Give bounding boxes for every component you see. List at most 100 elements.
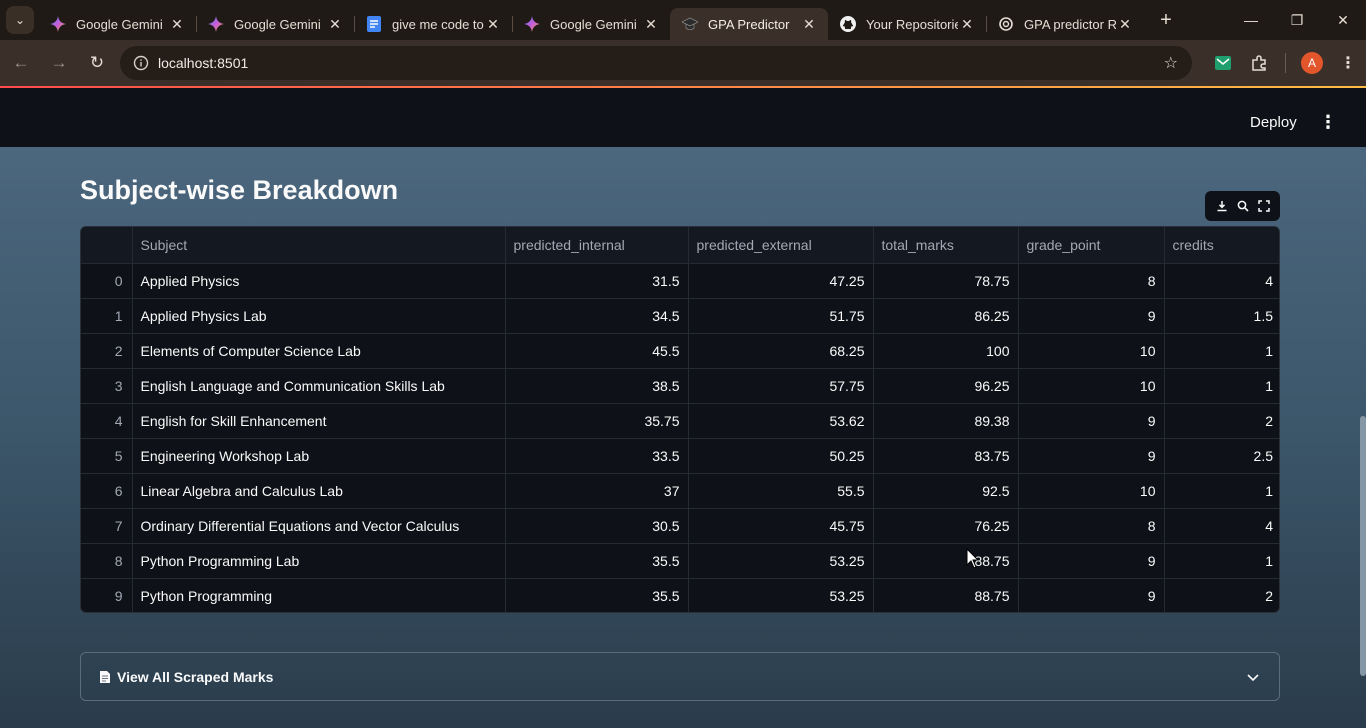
reload-button[interactable]: ↻: [80, 46, 114, 80]
profile-button[interactable]: A: [1294, 45, 1330, 81]
close-tab-icon[interactable]: ✕: [800, 15, 818, 33]
table-cell[interactable]: 33.5: [505, 438, 689, 474]
table-cell[interactable]: 2: [1164, 403, 1279, 439]
browser-tab[interactable]: GPA predictor RE ✕: [986, 8, 1144, 40]
close-tab-icon[interactable]: ✕: [1116, 15, 1134, 33]
extension-mail-icon[interactable]: [1205, 45, 1241, 81]
table-cell[interactable]: 35.5: [505, 578, 689, 612]
subject-cell[interactable]: Engineering Workshop Lab: [132, 438, 506, 474]
back-button[interactable]: ←: [4, 46, 38, 80]
table-cell[interactable]: 10: [1018, 333, 1165, 369]
table-cell[interactable]: 68.25: [688, 333, 874, 369]
table-cell[interactable]: 88.75: [873, 578, 1019, 612]
page-scrollbar[interactable]: [1360, 416, 1366, 676]
close-tab-icon[interactable]: ✕: [168, 15, 186, 33]
tab-search-button[interactable]: ⌄: [6, 6, 34, 34]
close-tab-icon[interactable]: ✕: [958, 15, 976, 33]
table-cell[interactable]: 1.5: [1164, 298, 1279, 334]
table-cell[interactable]: 34.5: [505, 298, 689, 334]
table-cell[interactable]: 9: [1018, 298, 1165, 334]
browser-tab[interactable]: GPA Predictor ✕: [670, 8, 828, 40]
row-index-cell[interactable]: 7: [81, 508, 133, 544]
column-header[interactable]: Subject: [132, 227, 506, 264]
table-cell[interactable]: 100: [873, 333, 1019, 369]
row-index-cell[interactable]: 4: [81, 403, 133, 439]
table-cell[interactable]: 96.25: [873, 368, 1019, 404]
subject-cell[interactable]: English Language and Communication Skill…: [132, 368, 506, 404]
column-header[interactable]: grade_point: [1018, 227, 1165, 264]
site-info-icon[interactable]: [124, 55, 158, 71]
restore-button[interactable]: ❐: [1274, 0, 1320, 40]
table-cell[interactable]: 9: [1018, 578, 1165, 612]
row-index-cell[interactable]: 9: [81, 578, 133, 612]
bookmark-star-icon[interactable]: ☆: [1164, 53, 1178, 73]
table-cell[interactable]: 1: [1164, 473, 1279, 509]
close-window-button[interactable]: ✕: [1320, 0, 1366, 40]
subject-cell[interactable]: English for Skill Enhancement: [132, 403, 506, 439]
table-cell[interactable]: 1: [1164, 543, 1279, 579]
browser-tab[interactable]: Your Repositorie ✕: [828, 8, 986, 40]
table-cell[interactable]: 78.75: [873, 263, 1019, 299]
download-icon[interactable]: [1214, 198, 1230, 214]
subject-cell[interactable]: Ordinary Differential Equations and Vect…: [132, 508, 506, 544]
table-cell[interactable]: 37: [505, 473, 689, 509]
browser-tab[interactable]: give me code to ✕: [354, 8, 512, 40]
forward-button[interactable]: →: [42, 46, 76, 80]
table-cell[interactable]: 9: [1018, 403, 1165, 439]
row-index-cell[interactable]: 2: [81, 333, 133, 369]
dataframe[interactable]: Subject predicted_internal predicted_exter…: [80, 226, 1280, 613]
browser-menu-button[interactable]: ⋮: [1330, 45, 1366, 81]
table-cell[interactable]: 38.5: [505, 368, 689, 404]
table-cell[interactable]: 35.75: [505, 403, 689, 439]
address-bar[interactable]: localhost:8501 ☆: [120, 46, 1192, 80]
row-index-cell[interactable]: 8: [81, 543, 133, 579]
browser-tab[interactable]: Google Gemini ✕: [38, 8, 196, 40]
table-cell[interactable]: 1: [1164, 333, 1279, 369]
deploy-button[interactable]: Deploy: [1240, 110, 1307, 135]
table-cell[interactable]: 50.25: [688, 438, 874, 474]
minimize-button[interactable]: —: [1228, 0, 1274, 40]
new-tab-button[interactable]: +: [1152, 6, 1180, 34]
scraped-marks-expander[interactable]: View All Scraped Marks: [80, 652, 1280, 701]
table-cell[interactable]: 8: [1018, 508, 1165, 544]
main-menu-button[interactable]: ⋮: [1316, 110, 1340, 134]
table-cell[interactable]: 86.25: [873, 298, 1019, 334]
row-index-cell[interactable]: 0: [81, 263, 133, 299]
subject-cell[interactable]: Linear Algebra and Calculus Lab: [132, 473, 506, 509]
table-cell[interactable]: 92.5: [873, 473, 1019, 509]
table-cell[interactable]: 51.75: [688, 298, 874, 334]
table-cell[interactable]: 53.25: [688, 543, 874, 579]
row-index-cell[interactable]: 3: [81, 368, 133, 404]
table-cell[interactable]: 4: [1164, 508, 1279, 544]
table-cell[interactable]: 10: [1018, 368, 1165, 404]
table-cell[interactable]: 53.25: [688, 578, 874, 612]
close-tab-icon[interactable]: ✕: [642, 15, 660, 33]
browser-tab[interactable]: Google Gemini ✕: [196, 8, 354, 40]
subject-cell[interactable]: Applied Physics: [132, 263, 506, 299]
table-cell[interactable]: 53.62: [688, 403, 874, 439]
subject-cell[interactable]: Elements of Computer Science Lab: [132, 333, 506, 369]
fullscreen-icon[interactable]: [1256, 198, 1272, 214]
column-header[interactable]: credits: [1164, 227, 1279, 264]
column-header[interactable]: predicted_external: [688, 227, 874, 264]
close-tab-icon[interactable]: ✕: [484, 15, 502, 33]
table-cell[interactable]: 1: [1164, 368, 1279, 404]
table-cell[interactable]: 2.5: [1164, 438, 1279, 474]
table-cell[interactable]: 8: [1018, 263, 1165, 299]
table-cell[interactable]: 57.75: [688, 368, 874, 404]
table-cell[interactable]: 10: [1018, 473, 1165, 509]
table-cell[interactable]: 76.25: [873, 508, 1019, 544]
table-cell[interactable]: 9: [1018, 543, 1165, 579]
row-index-cell[interactable]: 6: [81, 473, 133, 509]
table-cell[interactable]: 35.5: [505, 543, 689, 579]
subject-cell[interactable]: Python Programming: [132, 578, 506, 612]
column-header[interactable]: predicted_internal: [505, 227, 689, 264]
browser-tab[interactable]: Google Gemini ✕: [512, 8, 670, 40]
table-cell[interactable]: 4: [1164, 263, 1279, 299]
table-cell[interactable]: 89.38: [873, 403, 1019, 439]
row-index-cell[interactable]: 1: [81, 298, 133, 334]
subject-cell[interactable]: Python Programming Lab: [132, 543, 506, 579]
table-cell[interactable]: 83.75: [873, 438, 1019, 474]
table-cell[interactable]: 45.5: [505, 333, 689, 369]
close-tab-icon[interactable]: ✕: [326, 15, 344, 33]
